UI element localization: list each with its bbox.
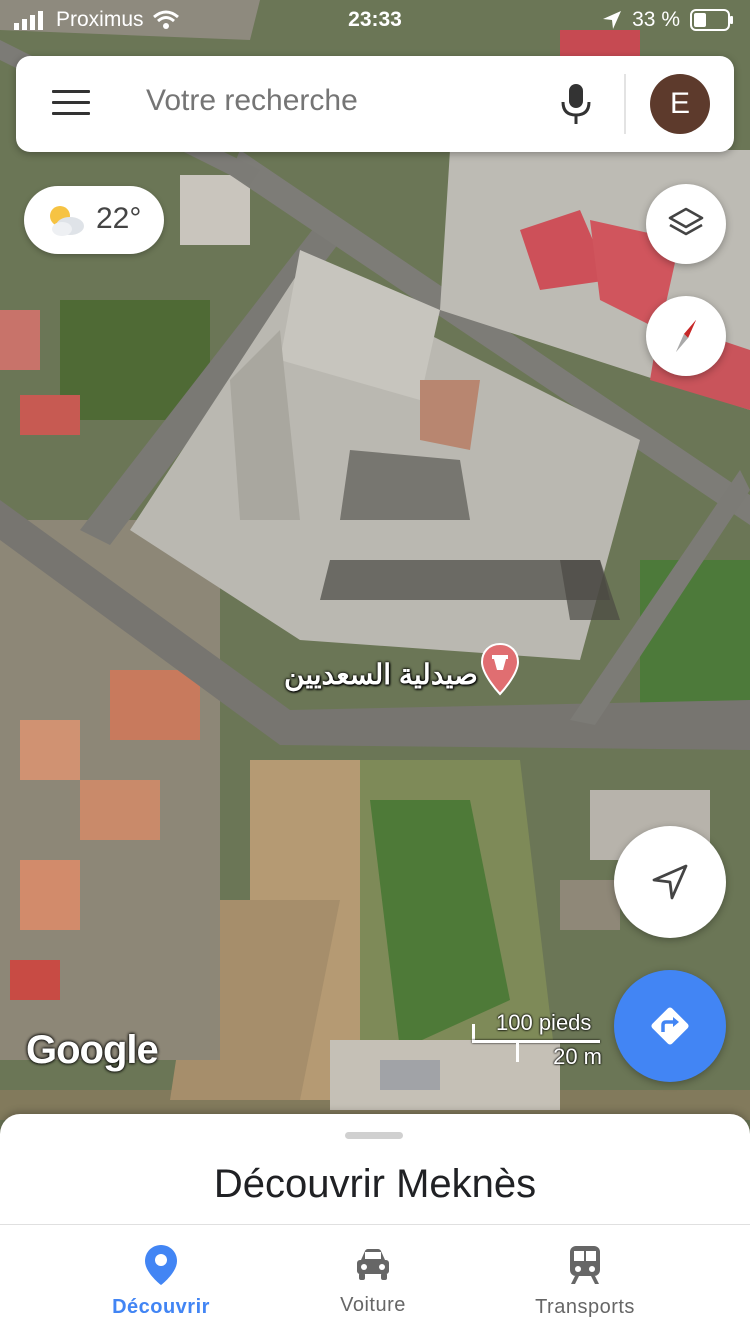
- layers-button[interactable]: [646, 184, 726, 264]
- directions-button[interactable]: [614, 970, 726, 1082]
- compass-button[interactable]: [646, 296, 726, 376]
- scale-tick-mid: [516, 1040, 519, 1062]
- navigation-arrow-icon: [652, 864, 688, 900]
- google-logo: Google: [26, 1028, 159, 1072]
- battery-icon: [690, 9, 733, 31]
- weather-chip[interactable]: 22°: [24, 186, 164, 254]
- tab-label-voiture: Voiture: [340, 1294, 406, 1316]
- pharmacy-pin-icon[interactable]: [480, 642, 520, 696]
- avatar[interactable]: E: [650, 74, 710, 134]
- tab-voiture[interactable]: Voiture: [273, 1244, 473, 1317]
- battery-percent: 33 %: [632, 8, 680, 31]
- layers-icon: [668, 207, 704, 236]
- scale-imperial: 100 pieds: [496, 1010, 592, 1035]
- search-bar[interactable]: Votre recherche E: [16, 56, 734, 152]
- temperature: 22°: [96, 202, 142, 235]
- sheet-title: Découvrir Meknès: [213, 1162, 537, 1206]
- compass-icon: [676, 320, 696, 352]
- search-input[interactable]: Votre recherche: [146, 84, 358, 118]
- search-divider: [624, 74, 626, 134]
- sheet-divider: [0, 1224, 750, 1225]
- scale-bar: 100 pieds 20 m: [472, 1010, 602, 1070]
- status-right: 33 %: [602, 8, 734, 32]
- tab-decouvrir[interactable]: Découvrir: [61, 1244, 261, 1319]
- microphone-icon[interactable]: [558, 82, 594, 126]
- directions-icon: [651, 1007, 689, 1045]
- scale-metric: 20 m: [553, 1044, 602, 1069]
- poi-label[interactable]: صيدلية السعديين: [284, 658, 478, 691]
- sheet-drag-handle[interactable]: [345, 1132, 403, 1139]
- car-icon: [357, 1249, 389, 1280]
- bottom-nav: Découvrir Voiture Transports: [0, 1226, 750, 1334]
- menu-icon[interactable]: [52, 90, 90, 118]
- my-location-button[interactable]: [614, 826, 726, 938]
- location-pin-icon: [145, 1245, 177, 1285]
- status-bar: Proximus 23:33 33 %: [0, 0, 750, 42]
- scale-line: [472, 1040, 600, 1043]
- train-icon: [570, 1246, 600, 1284]
- tab-label-decouvrir: Découvrir: [112, 1296, 210, 1318]
- partly-cloudy-icon: [50, 206, 84, 236]
- tab-transports[interactable]: Transports: [485, 1244, 685, 1319]
- tab-label-transports: Transports: [535, 1296, 635, 1318]
- location-arrow-icon: [603, 11, 622, 29]
